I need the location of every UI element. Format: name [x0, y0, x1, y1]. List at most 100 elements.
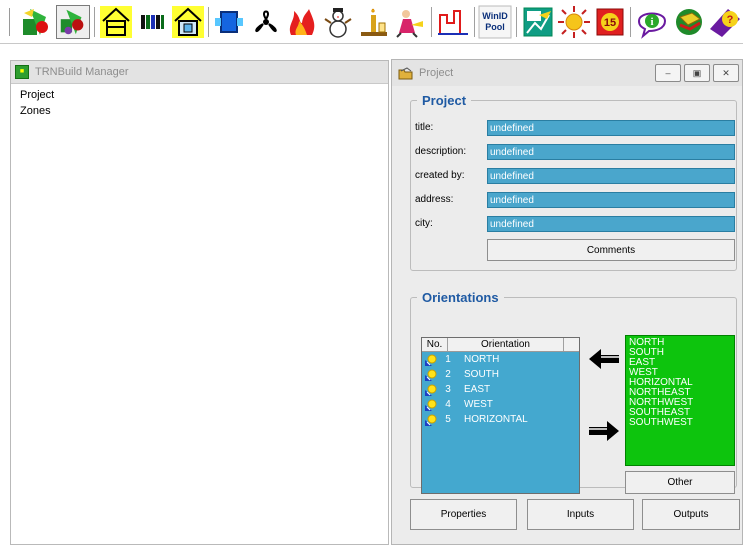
heating-button[interactable] — [285, 5, 319, 39]
winid-pool-button[interactable]: WinID Pool — [478, 5, 512, 39]
snowman-icon — [324, 8, 352, 38]
toolbar-grip[interactable] — [9, 8, 12, 36]
layers-icon — [141, 15, 164, 29]
orientation-no: 5 — [445, 414, 451, 425]
help-icon: ? — [710, 9, 740, 37]
project-group: Project title: description: created by: … — [410, 93, 737, 271]
orientation-row[interactable]: 4 WEST — [422, 397, 579, 412]
project-folder-icon — [398, 66, 413, 79]
address-field[interactable] — [487, 192, 735, 208]
project-window: Project – ▣ ✕ Project title: description… — [391, 59, 743, 545]
sun-icon — [425, 369, 437, 381]
title-field[interactable] — [487, 120, 735, 136]
calendar-number: 15 — [604, 17, 616, 29]
available-orientation-item[interactable]: SOUTHWEST — [629, 418, 731, 428]
sun-icon — [425, 414, 437, 426]
wizard-button[interactable] — [20, 5, 54, 39]
description-label: description: — [415, 146, 467, 157]
window-button[interactable] — [212, 5, 246, 39]
tree-node-project[interactable]: Project — [20, 87, 388, 103]
winid-pool-icon: WinID Pool — [478, 5, 512, 39]
orientation-no: 1 — [445, 354, 451, 365]
multi-wizard-button[interactable] — [56, 5, 90, 39]
description-field[interactable] — [487, 144, 735, 160]
chart-document-button[interactable] — [521, 5, 555, 39]
calendar-button[interactable]: 15 — [593, 5, 627, 39]
comments-button[interactable]: Comments — [487, 239, 735, 261]
fan-button[interactable] — [249, 5, 283, 39]
winid-line1: WinID — [482, 11, 508, 21]
info-button[interactable]: i — [635, 5, 669, 39]
column-header-orientation[interactable]: Orientation — [448, 338, 564, 351]
orientations-list[interactable]: No. Orientation 1 NORTH 2 SOUTH 3 EAST 4 WEST 5 H… — [421, 337, 580, 494]
toolbar-separator — [94, 7, 96, 37]
properties-button[interactable]: Properties — [410, 499, 517, 530]
help-button[interactable]: ? — [708, 5, 742, 39]
project-group-title: Project — [422, 93, 467, 108]
minimize-icon: – — [665, 68, 671, 78]
available-orientations-list[interactable]: NORTH SOUTH EAST WEST HORIZONTAL NORTHEAST NOR… — [625, 335, 735, 466]
city-label: city: — [415, 218, 433, 229]
inputs-button[interactable]: Inputs — [527, 499, 634, 530]
multi-wizard-icon — [60, 9, 84, 35]
orientation-row[interactable]: 2 SOUTH — [422, 367, 579, 382]
close-button[interactable]: ✕ — [713, 64, 739, 82]
orientations-rows: 1 NORTH 2 SOUTH 3 EAST 4 WEST 5 HORIZONTAL — [422, 352, 579, 427]
book-button[interactable] — [672, 5, 706, 39]
manager-title: TRNBuild Manager — [35, 66, 129, 78]
outputs-button[interactable]: Outputs — [642, 499, 740, 530]
calendar-15-icon: 15 — [596, 8, 624, 36]
tree-node-zones[interactable]: Zones — [20, 103, 388, 119]
other-button[interactable]: Other — [625, 471, 735, 494]
svg-text:i: i — [650, 16, 653, 28]
book-icon — [676, 9, 702, 35]
arrow-left-icon[interactable] — [587, 346, 621, 372]
orientation-name: WEST — [464, 399, 493, 410]
window-icon — [215, 11, 243, 33]
building-button[interactable] — [99, 5, 133, 39]
project-window-title: Project — [419, 67, 454, 79]
close-icon: ✕ — [722, 68, 730, 78]
lamp-button[interactable] — [357, 5, 391, 39]
orientations-group: Orientations No. Orientation 1 NORTH 2 SOUT… — [410, 290, 737, 494]
orientation-row[interactable]: 5 HORIZONTAL — [422, 412, 579, 427]
city-field[interactable] — [487, 216, 735, 232]
orientation-row[interactable]: 1 NORTH — [422, 352, 579, 367]
restore-icon: ▣ — [692, 68, 702, 78]
orientation-name: EAST — [464, 384, 491, 395]
window-house-button[interactable] — [171, 5, 205, 39]
building-icon — [100, 6, 132, 38]
chart-document-icon — [523, 7, 553, 37]
orientation-name: SOUTH — [464, 369, 499, 380]
info-icon: i — [637, 12, 667, 39]
manager-tree: Project Zones — [11, 84, 388, 119]
sun-icon — [425, 384, 437, 396]
layers-button[interactable] — [135, 5, 169, 39]
orientation-no: 4 — [445, 399, 451, 410]
title-label: title: — [415, 122, 434, 133]
schedule-button[interactable] — [436, 5, 470, 39]
created-by-label: created by: — [415, 170, 465, 181]
created-by-field[interactable] — [487, 168, 735, 184]
sun-icon — [425, 399, 437, 411]
toolbar-separator — [208, 7, 210, 37]
project-title-bar[interactable]: Project – ▣ ✕ — [392, 60, 742, 86]
sun-icon — [425, 354, 437, 366]
wizard-icon — [23, 9, 48, 35]
sun-button[interactable] — [557, 5, 591, 39]
svg-text:?: ? — [727, 14, 734, 26]
toolbar-separator — [474, 7, 476, 37]
toolbar-separator — [630, 7, 632, 37]
minimize-button[interactable]: – — [655, 64, 681, 82]
orientation-row[interactable]: 3 EAST — [422, 382, 579, 397]
fan-icon — [255, 10, 277, 33]
trnbuild-app-icon: ■ — [15, 65, 29, 79]
trnbuild-manager-window: ■ TRNBuild Manager Project Zones — [10, 60, 389, 545]
arrow-right-icon[interactable] — [587, 418, 621, 444]
restore-button[interactable]: ▣ — [684, 64, 710, 82]
manager-title-bar[interactable]: ■ TRNBuild Manager — [11, 61, 388, 84]
schedule-icon — [438, 10, 468, 35]
cooling-button[interactable] — [321, 5, 355, 39]
people-button[interactable] — [393, 5, 427, 39]
column-header-no[interactable]: No. — [422, 338, 448, 351]
